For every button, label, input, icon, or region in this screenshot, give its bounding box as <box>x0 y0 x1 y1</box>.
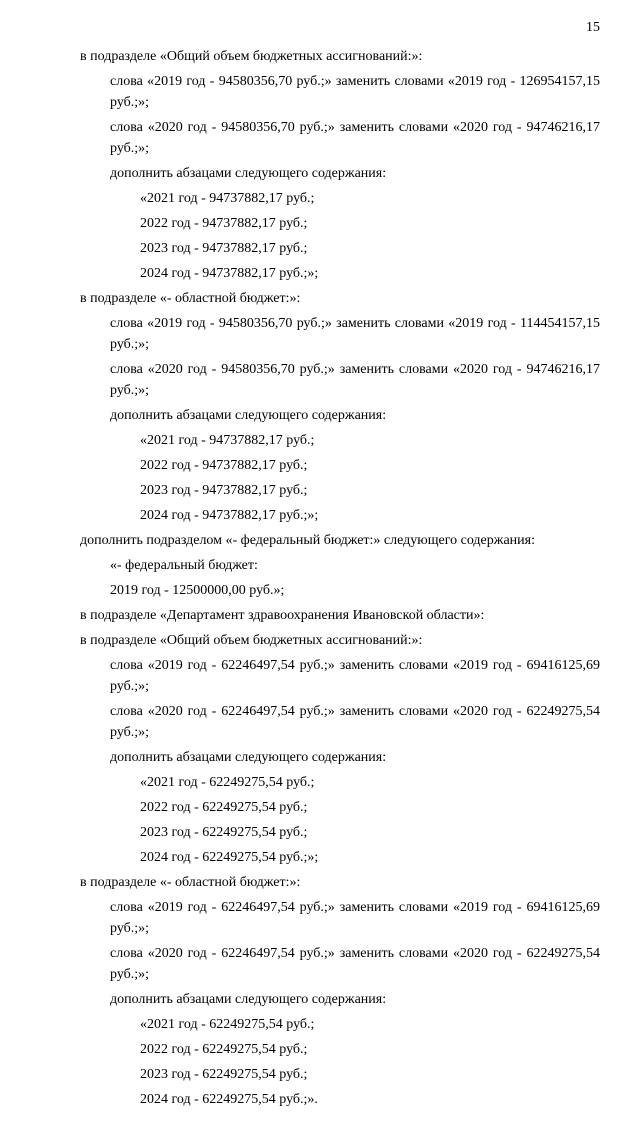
text-line: «- федеральный бюджет: <box>40 555 600 576</box>
text-line: в подразделе «- областной бюджет:»: <box>40 288 600 309</box>
text-line: 2024 год - 94737882,17 руб.;»; <box>40 505 600 526</box>
text-line: 2022 год - 94737882,17 руб.; <box>40 213 600 234</box>
text-line: слова «2020 год - 62246497,54 руб.;» зам… <box>40 943 600 985</box>
text-line: дополнить абзацами следующего содержания… <box>40 747 600 768</box>
text-line: 2024 год - 62249275,54 руб.;»; <box>40 847 600 868</box>
text-line: дополнить подразделом «- федеральный бюд… <box>40 530 600 551</box>
text-line: слова «2020 год - 94580356,70 руб.;» зам… <box>40 117 600 159</box>
text-line: 2023 год - 94737882,17 руб.; <box>40 238 600 259</box>
text-line: 2022 год - 94737882,17 руб.; <box>40 455 600 476</box>
text-line: «2021 год - 62249275,54 руб.; <box>40 772 600 793</box>
page-number: 15 <box>40 20 600 36</box>
main-content: в подразделе «Общий объем бюджетных асси… <box>40 46 600 1110</box>
text-line: 2024 год - 94737882,17 руб.;»; <box>40 263 600 284</box>
text-line: 2023 год - 62249275,54 руб.; <box>40 822 600 843</box>
text-line: 2023 год - 94737882,17 руб.; <box>40 480 600 501</box>
text-line: в подразделе «Общий объем бюджетных асси… <box>40 630 600 651</box>
text-line: слова «2019 год - 62246497,54 руб.;» зам… <box>40 655 600 697</box>
text-line: слова «2019 год - 94580356,70 руб.;» зам… <box>40 71 600 113</box>
text-line: 2022 год - 62249275,54 руб.; <box>40 797 600 818</box>
text-line: слова «2019 год - 62246497,54 руб.;» зам… <box>40 897 600 939</box>
text-line: слова «2019 год - 94580356,70 руб.;» зам… <box>40 313 600 355</box>
text-line: дополнить абзацами следующего содержания… <box>40 163 600 184</box>
text-line: слова «2020 год - 62246497,54 руб.;» зам… <box>40 701 600 743</box>
text-line: 2024 год - 62249275,54 руб.;». <box>40 1089 600 1110</box>
text-line: «2021 год - 94737882,17 руб.; <box>40 188 600 209</box>
text-line: в подразделе «Департамент здравоохранени… <box>40 605 600 626</box>
text-line: слова «2020 год - 94580356,70 руб.;» зам… <box>40 359 600 401</box>
text-line: дополнить абзацами следующего содержания… <box>40 405 600 426</box>
text-line: в подразделе «- областной бюджет:»: <box>40 872 600 893</box>
text-line: «2021 год - 62249275,54 руб.; <box>40 1014 600 1035</box>
text-line: 2019 год - 12500000,00 руб.»; <box>40 580 600 601</box>
text-line: «2021 год - 94737882,17 руб.; <box>40 430 600 451</box>
text-line: в подразделе «Общий объем бюджетных асси… <box>40 46 600 67</box>
text-line: 2023 год - 62249275,54 руб.; <box>40 1064 600 1085</box>
text-line: дополнить абзацами следующего содержания… <box>40 989 600 1010</box>
text-line: 2022 год - 62249275,54 руб.; <box>40 1039 600 1060</box>
